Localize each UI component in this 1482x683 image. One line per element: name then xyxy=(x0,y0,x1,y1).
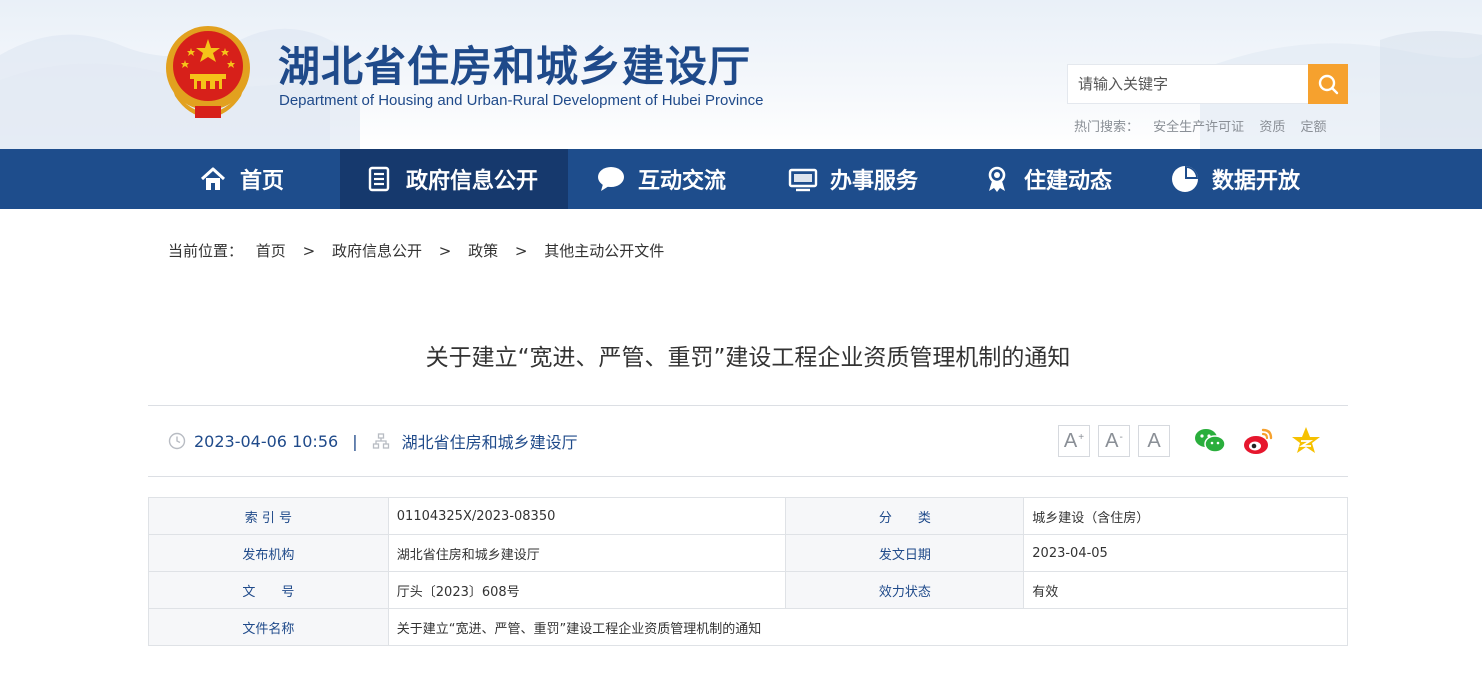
breadcrumb-item-home[interactable]: 首页 xyxy=(256,242,286,260)
nav-item-news[interactable]: 住建动态 xyxy=(982,149,1112,209)
site-title: 湖北省住房和城乡建设厅 xyxy=(278,42,752,91)
hot-search-term[interactable]: 资质 xyxy=(1259,120,1285,135)
divider xyxy=(148,476,1348,477)
weibo-icon[interactable] xyxy=(1241,424,1275,458)
nav-item-label: 互动交流 xyxy=(638,169,727,194)
nav-item-interaction[interactable]: 互动交流 xyxy=(596,149,726,209)
publisher-value: 湖北省住房和城乡建设厅 xyxy=(387,534,787,572)
hot-search: 热门搜索： 安全生产许可证 资质 定额 xyxy=(1074,116,1337,135)
table-row: 文件名称 关于建立“宽进、严管、重罚”建设工程企业资质管理机制的通知 xyxy=(148,608,1349,646)
font-reset-label: A xyxy=(1147,429,1161,452)
breadcrumb-item-gov-info[interactable]: 政府信息公开 xyxy=(332,242,422,260)
issue-date-label: 发文日期 xyxy=(785,534,1025,572)
chat-bubble-icon xyxy=(596,164,626,194)
nav-item-gov-info[interactable]: 政府信息公开 xyxy=(340,149,568,209)
medal-icon xyxy=(982,164,1012,194)
main-nav: 首页 政府信息公开 互动交流 办事服务 住建动态 数据开放 xyxy=(0,149,1482,209)
doc-number-label: 文 号 xyxy=(148,571,389,609)
nav-item-label: 首页 xyxy=(240,169,285,194)
article-title: 关于建立“宽进、严管、重罚”建设工程企业资质管理机制的通知 xyxy=(425,345,1071,371)
document-list-icon xyxy=(364,164,394,194)
site-header: 湖北省住房和城乡建设厅 Department of Housing and Ur… xyxy=(0,0,1482,149)
meta-divider: | xyxy=(352,431,358,451)
hot-search-term[interactable]: 定额 xyxy=(1300,120,1326,135)
font-smaller-button[interactable]: A- xyxy=(1098,425,1130,457)
divider xyxy=(148,405,1348,406)
search-box xyxy=(1067,64,1348,104)
national-emblem-icon xyxy=(166,26,250,118)
search-input[interactable] xyxy=(1068,65,1309,103)
breadcrumb-item-policy[interactable]: 政策 xyxy=(468,242,498,260)
search-button[interactable] xyxy=(1308,64,1348,104)
nav-item-home[interactable]: 首页 xyxy=(198,149,284,209)
publish-datetime: 2023-04-06 10:56 xyxy=(194,431,339,451)
breadcrumb-separator: > xyxy=(302,242,316,260)
clock-icon xyxy=(168,432,186,450)
font-larger-label: A xyxy=(1063,429,1078,452)
search-icon xyxy=(1318,74,1339,95)
issue-date-value: 2023-04-05 xyxy=(1023,534,1348,572)
font-reset-button[interactable]: A xyxy=(1138,425,1170,457)
doc-number-value: 厅头〔2023〕608号 xyxy=(387,571,787,609)
nav-item-label: 办事服务 xyxy=(830,169,919,194)
breadcrumb: 当前位置： 首页 > 政府信息公开 > 政策 > 其他主动公开文件 xyxy=(168,240,664,261)
nav-item-label: 政府信息公开 xyxy=(406,169,539,194)
doc-name-label: 文件名称 xyxy=(148,608,389,646)
site-subtitle: Department of Housing and Urban-Rural De… xyxy=(279,92,764,109)
table-row: 发布机构 湖北省住房和城乡建设厅 发文日期 2023-04-05 xyxy=(148,534,1348,572)
nav-item-label: 数据开放 xyxy=(1212,169,1301,194)
nav-item-label: 住建动态 xyxy=(1024,169,1113,194)
nav-item-services[interactable]: 办事服务 xyxy=(788,149,918,209)
document-info-table: 索 引 号 01104325X/2023-08350 分 类 城乡建设（含住房）… xyxy=(148,497,1349,646)
organization-icon xyxy=(372,433,389,449)
pie-chart-icon xyxy=(1170,164,1200,194)
breadcrumb-item-other-docs[interactable]: 其他主动公开文件 xyxy=(544,242,664,260)
table-row: 文 号 厅头〔2023〕608号 效力状态 有效 xyxy=(148,571,1348,609)
hot-search-label: 热门搜索： xyxy=(1074,120,1140,135)
validity-label: 效力状态 xyxy=(785,571,1025,609)
font-smaller-mark: - xyxy=(1119,431,1123,443)
qzone-icon[interactable] xyxy=(1289,424,1323,458)
hot-search-term[interactable]: 安全生产许可证 xyxy=(1153,120,1244,135)
publisher-label: 发布机构 xyxy=(148,534,389,572)
font-larger-mark: + xyxy=(1078,431,1085,443)
wechat-icon[interactable] xyxy=(1193,424,1227,458)
index-number-value: 01104325X/2023-08350 xyxy=(387,497,787,535)
article-source: 湖北省住房和城乡建设厅 xyxy=(401,433,578,452)
font-larger-button[interactable]: A + xyxy=(1058,425,1090,457)
breadcrumb-separator: > xyxy=(438,242,452,260)
home-icon xyxy=(198,164,228,194)
breadcrumb-label: 当前位置： xyxy=(168,242,244,260)
article-meta: 2023-04-06 10:56 | 湖北省住房和城乡建设厅 xyxy=(168,430,578,452)
category-label: 分 类 xyxy=(785,497,1025,535)
category-value: 城乡建设（含住房） xyxy=(1023,497,1348,535)
monitor-icon xyxy=(788,164,818,194)
nav-item-open-data[interactable]: 数据开放 xyxy=(1170,149,1300,209)
breadcrumb-separator: > xyxy=(514,242,528,260)
validity-value: 有效 xyxy=(1023,571,1348,609)
doc-name-value: 关于建立“宽进、严管、重罚”建设工程企业资质管理机制的通知 xyxy=(387,608,1349,646)
index-number-label: 索 引 号 xyxy=(148,497,389,535)
font-smaller-label: A xyxy=(1105,429,1119,452)
table-row: 索 引 号 01104325X/2023-08350 分 类 城乡建设（含住房） xyxy=(148,497,1348,535)
